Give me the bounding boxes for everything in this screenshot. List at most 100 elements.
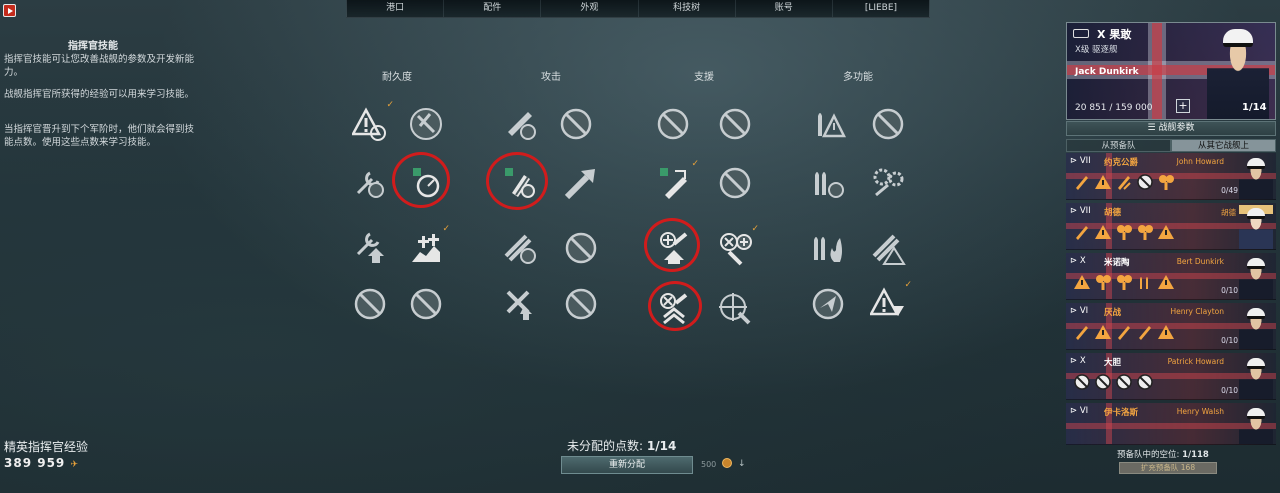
row-ship: 米诺陶 <box>1104 258 1130 268</box>
arrow-down-icon[interactable]: ↓ <box>738 459 746 469</box>
skill-preventive-maintenance[interactable] <box>350 163 390 203</box>
tab-from-other-ships[interactable]: 从其它战舰上 <box>1171 139 1276 152</box>
skill-warning-icon <box>1156 222 1175 241</box>
skill-locked-icon <box>1135 172 1154 191</box>
skill-locked-6[interactable] <box>653 104 693 144</box>
skill-locked-8[interactable] <box>715 163 755 203</box>
skill-fire-icon <box>1114 172 1133 191</box>
row-commander-name: 胡德 <box>1221 208 1236 217</box>
skill-aa-icon <box>1114 272 1133 291</box>
skill-locked-icon <box>1135 372 1154 391</box>
current-commander-card[interactable]: X 果敢 X级 驱逐舰 Jack Dunkirk 20 851 / 159 00… <box>1066 22 1276 120</box>
skill-demolition-expert[interactable] <box>808 228 848 268</box>
row-points: 0/49 <box>1221 186 1238 195</box>
nation-flag-icon <box>1073 29 1089 38</box>
skill-aa-support[interactable]: ✓ <box>655 159 699 203</box>
skill-aa-icon <box>1135 222 1154 241</box>
skill-gun-icon <box>1072 222 1091 241</box>
highlight-ring <box>648 281 702 331</box>
row-ship: 约克公爵 <box>1104 158 1139 168</box>
commander-ship: X 果敢 <box>1097 28 1132 41</box>
category-support: 支援 <box>694 72 714 83</box>
skill-locked-2[interactable] <box>406 284 446 324</box>
skill-engine-gears[interactable] <box>868 163 908 203</box>
commander-row[interactable]: ⊳ VI 伊卡洛斯 Henry Walsh <box>1066 403 1276 445</box>
tab-account[interactable]: 账号 <box>736 0 833 17</box>
commander-xp: 20 851 / 159 000 <box>1075 103 1153 113</box>
skill-basic-firing-training[interactable] <box>350 228 390 268</box>
skill-incoming-fire-alert[interactable]: ✓ <box>350 100 394 144</box>
skill-emergency-repair[interactable] <box>406 104 446 144</box>
reset-skills-button[interactable]: 重新分配 <box>561 456 693 474</box>
commander-portrait <box>1239 255 1273 299</box>
category-survivability: 耐久度 <box>382 72 412 83</box>
row-ship: 伊卡洛斯 <box>1104 408 1139 418</box>
skill-locked-5[interactable] <box>561 284 601 324</box>
skill-priority-target[interactable] <box>808 284 848 324</box>
skill-vigilance[interactable] <box>868 228 908 268</box>
row-nation-icon: ⊳ X <box>1070 256 1086 266</box>
tab-armory[interactable]: 配件 <box>444 0 542 17</box>
skill-locked-7[interactable] <box>715 104 755 144</box>
category-attack: 攻击 <box>541 72 561 83</box>
skill-long-range[interactable] <box>561 163 601 203</box>
row-ship: 厌战 <box>1104 308 1122 318</box>
expand-reserve-button[interactable]: 扩充预备队 168 <box>1119 462 1217 474</box>
skill-warning-icon <box>1093 222 1112 241</box>
tab-tech-tree[interactable]: 科技树 <box>639 0 736 17</box>
highlight-ring <box>486 152 548 210</box>
skill-hazard[interactable] <box>808 104 848 144</box>
back-button[interactable] <box>3 4 16 17</box>
commander-row[interactable]: ⊳ X 大胆 Patrick Howard 0/10 <box>1066 353 1276 400</box>
skill-warning-icon <box>1093 172 1112 191</box>
commander-portrait <box>1239 305 1273 349</box>
skill-crossed-guns[interactable] <box>500 284 540 324</box>
row-points: 0/10 <box>1221 386 1238 395</box>
row-nation-icon: ⊳ VI <box>1070 306 1089 316</box>
category-versatility: 多功能 <box>843 72 873 83</box>
skill-incoming-alert-down[interactable]: ✓ <box>868 280 912 324</box>
skill-radio-location[interactable] <box>715 289 755 329</box>
skill-survivability-expert[interactable]: ✓ <box>406 224 450 268</box>
row-nation-icon: ⊳ VI <box>1070 406 1089 416</box>
commander-row[interactable]: ⊳ VII 胡德 胡德 <box>1066 203 1276 250</box>
commander-row[interactable]: ⊳ VI 厌战 Henry Clayton 0/10 <box>1066 303 1276 350</box>
row-commander-name: Henry Clayton <box>1170 307 1224 316</box>
skill-fire-prevention[interactable] <box>500 228 540 268</box>
top-navigation: 港口 配件 外观 科技树 账号 [LIEBE] <box>346 0 930 18</box>
skill-locked-3[interactable] <box>556 104 596 144</box>
skill-gun-feeder[interactable] <box>500 104 540 144</box>
row-nation-icon: ⊳ VII <box>1070 206 1091 216</box>
elite-xp-value: 389 959 ✈ <box>4 456 80 470</box>
skill-warning-icon <box>1072 272 1091 291</box>
info-title: 指挥官技能 <box>68 41 118 52</box>
tab-clan[interactable]: [LIEBE] <box>833 0 929 17</box>
skill-ammo-shells[interactable] <box>808 163 848 203</box>
row-points: 0/10 <box>1221 286 1238 295</box>
ship-parameters-button[interactable]: ☰ 战舰参数 <box>1066 121 1276 136</box>
reset-cost: 500 <box>701 460 717 469</box>
skill-aa-icon <box>1156 172 1175 191</box>
skill-locked-1[interactable] <box>350 284 390 324</box>
skill-locked-4[interactable] <box>561 228 601 268</box>
commander-name: Jack Dunkirk <box>1075 67 1139 77</box>
tab-from-reserve[interactable]: 从预备队 <box>1066 139 1171 152</box>
learned-check-icon: ✓ <box>691 159 699 169</box>
skill-gun-icon <box>1135 322 1154 341</box>
row-nation-icon: ⊳ X <box>1070 356 1086 366</box>
commander-row[interactable]: ⊳ VII 约克公爵 John Howard 0/49 <box>1066 153 1276 200</box>
row-commander-name: Bert Dunkirk <box>1176 257 1224 266</box>
row-ship: 胡德 <box>1104 208 1122 218</box>
tab-exterior[interactable]: 外观 <box>541 0 639 17</box>
tab-port[interactable]: 港口 <box>347 0 445 17</box>
skill-manual-aa[interactable]: ✓ <box>715 224 759 268</box>
highlight-ring <box>392 152 450 208</box>
add-xp-button[interactable]: + <box>1176 99 1190 113</box>
commander-row[interactable]: ⊳ X 米诺陶 Bert Dunkirk 0/10 <box>1066 253 1276 300</box>
skill-gun-icon <box>1114 322 1133 341</box>
learned-check-icon: ✓ <box>751 224 759 234</box>
learned-check-icon: ✓ <box>386 100 394 110</box>
row-commander-name: Henry Walsh <box>1176 407 1224 416</box>
reserve-slots: 预备队中的空位: 1/118 <box>1117 450 1209 460</box>
skill-locked-9[interactable] <box>868 104 908 144</box>
